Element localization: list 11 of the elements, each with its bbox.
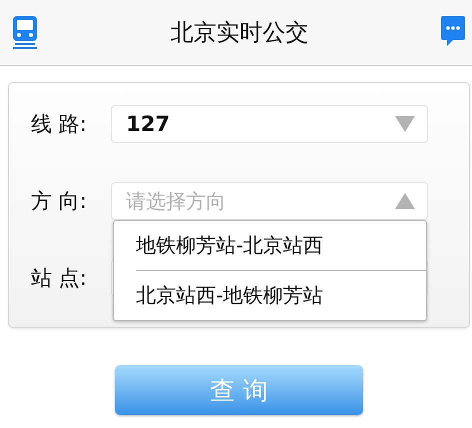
dropdown-option[interactable]: 北京站西-地铁柳芳站 [114,271,426,320]
chat-icon[interactable] [441,16,465,49]
caret-up-icon [395,193,415,209]
select-field[interactable]: 127 [111,105,428,143]
field-label: 线 路: [31,111,88,138]
dropdown-option[interactable]: 地铁柳芳站-北京站西 [114,221,426,270]
field-label: 方 向: [31,188,88,215]
train-icon[interactable] [12,16,38,50]
app-title: 北京实时公交 [170,19,308,48]
field-label: 站 点: [31,265,88,292]
caret-down-icon [395,116,415,132]
